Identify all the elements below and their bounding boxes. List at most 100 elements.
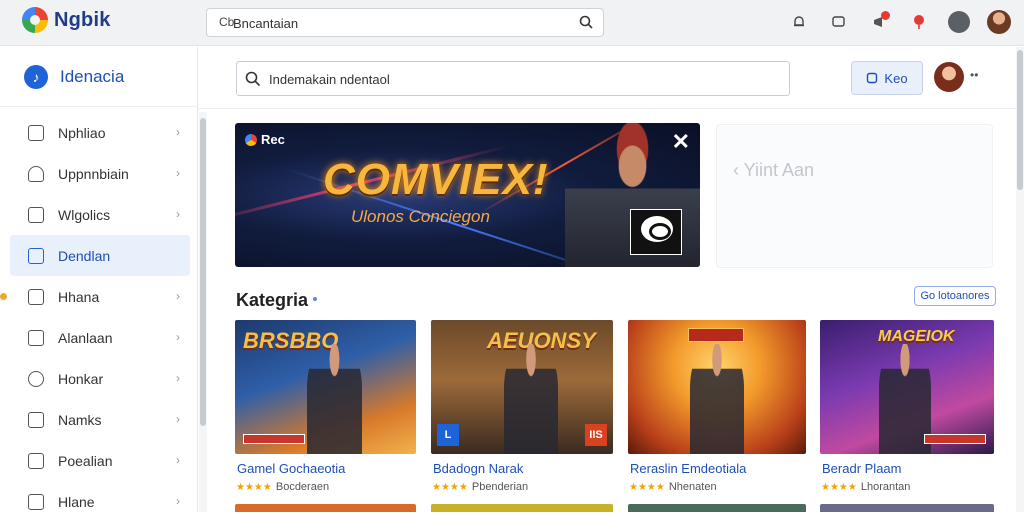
- sidebar-item-9[interactable]: Hlane ›: [10, 481, 190, 522]
- sidebar-item-label: Namks: [58, 411, 102, 428]
- brand-logo-icon: [22, 7, 48, 33]
- game-rating: ★★★★ Nhenaten: [629, 481, 717, 493]
- sidebar-header[interactable]: ♪ Idenacia: [0, 47, 198, 107]
- notification-icon[interactable]: [866, 9, 892, 35]
- top-search-input[interactable]: Cb Bncantaian: [206, 8, 604, 37]
- game-rating: ★★★★ Bocderaen: [236, 481, 329, 493]
- game-logo-plate: [688, 328, 744, 342]
- chevron-right-icon: ›: [176, 289, 180, 303]
- game-title: Gamel Gochaeotia: [237, 461, 346, 476]
- game-subtitle: Lhorantan: [860, 481, 911, 493]
- chart-icon: [28, 288, 44, 305]
- banner-tag: Rec: [245, 132, 285, 147]
- brand-mark-icon: [245, 133, 257, 146]
- chevron-right-icon: ›: [176, 125, 180, 139]
- game-logo-text: MAGEIOK: [878, 328, 955, 345]
- banner-tag-label: Rec: [261, 132, 285, 147]
- main-search-input[interactable]: Indemakain ndentaol: [236, 61, 790, 96]
- search-icon: [245, 71, 261, 87]
- chevron-right-icon: ›: [176, 166, 180, 180]
- promo-card[interactable]: ‹ Yiint Aan: [716, 124, 993, 268]
- alert-icon[interactable]: [906, 9, 932, 35]
- top-icons: [786, 9, 1012, 35]
- main-search-value: Indemakain ndentaol: [269, 72, 390, 87]
- header-divider: [198, 108, 1024, 109]
- folder-icon: [28, 124, 44, 141]
- banner-subtitle: Ulonos Conciegon: [351, 207, 490, 226]
- more-icon[interactable]: ••: [970, 68, 978, 82]
- account-avatar: [948, 11, 970, 33]
- chart-icon: [28, 493, 44, 510]
- sidebar-item-label: Dendlan: [58, 247, 111, 264]
- browser-top-bar: Ngbik Cb Bncantaian: [0, 0, 1024, 46]
- marker-dot: [0, 293, 7, 300]
- chat-icon[interactable]: [826, 9, 852, 35]
- section-title: Kategria: [236, 290, 309, 310]
- chevron-right-icon: ›: [176, 371, 180, 385]
- rating-badge-icon: [630, 209, 682, 255]
- game-title: Beradr Plaam: [822, 461, 902, 476]
- star-rating-icon: ★★★★: [432, 481, 468, 493]
- sidebar-item-label: Uppnnbiain: [58, 165, 129, 182]
- sidebar-item-1[interactable]: Uppnnbiain ›: [10, 153, 190, 194]
- see-all-button[interactable]: Go lotoanores: [914, 286, 996, 306]
- sidebar-item-label: Honkar: [58, 370, 104, 387]
- game-card-partial[interactable]: [628, 504, 806, 512]
- sidebar-item-8[interactable]: Poealian ›: [10, 440, 190, 481]
- game-title: Bdadogn Narak: [433, 461, 524, 476]
- sidebar-item-5[interactable]: Alanlaan ›: [10, 317, 190, 358]
- user-avatar[interactable]: [986, 9, 1012, 35]
- sidebar-item-label: Nphliao: [58, 124, 106, 141]
- game-rating: ★★★★ Lhorantan: [821, 481, 910, 493]
- promo-text-label: Yiint Aan: [743, 160, 815, 180]
- section-dot: [313, 297, 317, 301]
- featured-banner[interactable]: Rec COMVIEX! Ulonos Conciegon ✕: [235, 123, 700, 267]
- sidebar-item-7[interactable]: Namks ›: [10, 399, 190, 440]
- avatar[interactable]: [934, 62, 964, 92]
- page-scrollbar-thumb[interactable]: [1017, 50, 1023, 190]
- age-badge: IIS: [585, 424, 607, 446]
- game-card-partial[interactable]: [235, 504, 416, 512]
- close-icon[interactable]: ✕: [672, 129, 690, 155]
- search-icon[interactable]: [579, 15, 593, 29]
- chevron-right-icon: ›: [176, 494, 180, 508]
- account-icon[interactable]: [946, 9, 972, 35]
- chevron-right-icon: ›: [176, 207, 180, 221]
- header-action-button[interactable]: Keo: [851, 61, 923, 95]
- game-thumbnail: MAGEIOK: [820, 320, 994, 454]
- user-icon: [28, 165, 44, 182]
- star-rating-icon: ★★★★: [821, 481, 857, 493]
- game-card-partial[interactable]: [431, 504, 613, 512]
- game-subtitle: Nhenaten: [668, 481, 717, 493]
- character-art: [307, 344, 362, 454]
- bell-icon[interactable]: [786, 9, 812, 35]
- sidebar-item-label: Poealian: [58, 452, 113, 469]
- game-card[interactable]: MAGEIOK Beradr Plaam ★★★★ Lhorantan: [820, 320, 994, 493]
- chevron-right-icon: ›: [176, 453, 180, 467]
- game-thumbnail: AEUONSY L IIS: [431, 320, 613, 454]
- box-icon: [28, 452, 44, 469]
- brand[interactable]: Ngbik: [22, 7, 111, 33]
- sidebar-item-label: Alanlaan: [58, 329, 113, 346]
- top-search-value: Bncantaian: [233, 16, 299, 31]
- chevron-right-icon: ›: [176, 330, 180, 344]
- star-rating-icon: ★★★★: [236, 481, 272, 493]
- game-subtitle: Pbenderian: [471, 481, 529, 493]
- character-art: [690, 344, 744, 454]
- folder-icon: [28, 206, 44, 223]
- game-card[interactable]: BRSBBO Gamel Gochaeotia ★★★★ Bocderaen: [235, 320, 416, 493]
- sidebar-item-label: Hlane: [58, 493, 95, 510]
- promo-text: ‹ Yiint Aan: [733, 160, 815, 180]
- sidebar-item-3[interactable]: Dendlan: [10, 235, 190, 276]
- avatar: [987, 10, 1011, 34]
- sidebar-item-4[interactable]: Hhana ›: [0, 276, 190, 317]
- star-rating-icon: ★★★★: [629, 481, 665, 493]
- game-card[interactable]: AEUONSY L IIS Bdadogn Narak ★★★★ Pbender…: [431, 320, 613, 493]
- sidebar-item-2[interactable]: Wlgolics ›: [10, 194, 190, 235]
- sidebar-scrollbar-thumb[interactable]: [200, 118, 206, 426]
- sidebar-item-6[interactable]: Honkar ›: [10, 358, 190, 399]
- tag-icon: [28, 411, 44, 428]
- game-card-partial[interactable]: [820, 504, 994, 512]
- game-card[interactable]: Reraslin Emdeotiala ★★★★ Nhenaten: [628, 320, 806, 493]
- sidebar-item-0[interactable]: Nphliao ›: [10, 112, 190, 153]
